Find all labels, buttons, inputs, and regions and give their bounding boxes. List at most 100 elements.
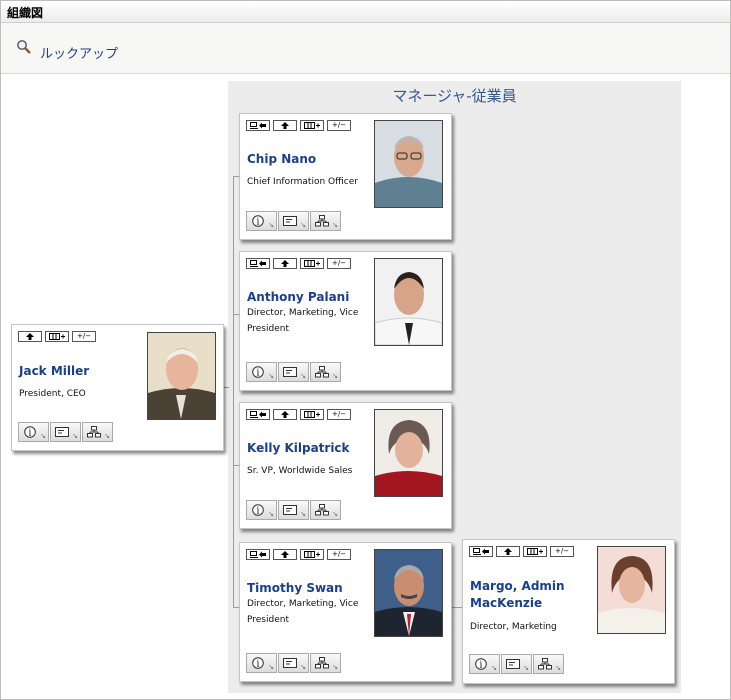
email-button[interactable]: ↘ [278,500,309,520]
info-button[interactable]: i ↘ [18,422,49,442]
svg-text:i: i [257,218,260,228]
employee-name-line: MacKenzie [470,596,543,610]
up-arrow-icon [281,260,289,267]
info-button[interactable]: i ↘ [469,654,500,674]
info-icon: i [252,657,264,670]
card-bottom-actions: i ↘ ↘ ↘ [246,500,341,520]
info-icon: i [252,366,264,379]
up-arrow-button[interactable] [273,549,297,560]
svg-text:i: i [480,661,483,671]
org-chart-icon [315,215,329,227]
go-to-manager-icon [250,411,266,418]
employee-name-line: Margo, Admin [470,579,565,593]
show-team-button[interactable] [300,120,324,131]
expand-collapse-button[interactable]: +/− [327,549,351,560]
svg-text:i: i [257,660,260,670]
employee-name[interactable]: Anthony Palani [247,289,349,306]
expand-arrow-icon: ↘ [104,432,110,440]
employee-title-line: Director, Marketing, Vice [247,308,359,318]
info-button[interactable]: i ↘ [246,500,277,520]
email-button[interactable]: ↘ [278,362,309,382]
employee-photo [374,120,443,208]
expand-arrow-icon: ↘ [72,432,78,440]
go-to-manager-button[interactable] [246,409,270,420]
org-chart-button[interactable]: ↘ [310,362,341,382]
go-to-manager-button[interactable] [246,549,270,560]
email-icon [506,659,520,669]
show-team-icon [527,548,543,555]
info-button[interactable]: i ↘ [246,653,277,673]
employee-title-line: Chief Information Officer [247,177,358,187]
expand-collapse-label: +/− [331,410,347,418]
go-to-manager-button[interactable] [246,120,270,131]
employee-card: +/− Kelly Kilpatrick Sr. VP, Worldwide S… [239,402,452,529]
info-icon: i [24,426,36,439]
up-arrow-icon [281,411,289,418]
expand-collapse-button[interactable]: +/− [550,546,574,557]
org-chart-button[interactable]: ↘ [82,422,113,442]
expand-arrow-icon: ↘ [268,372,274,380]
org-chart-icon [315,657,329,669]
employee-photo [597,546,666,634]
card-bottom-actions: i ↘ ↘ ↘ [246,653,341,673]
employee-name[interactable]: Kelly Kilpatrick [247,440,350,457]
up-arrow-button[interactable] [273,409,297,420]
card-actions: +/− [246,549,351,560]
go-to-manager-icon [250,122,266,129]
email-button[interactable]: ↘ [278,211,309,231]
employee-photo [374,409,443,497]
svg-text:i: i [257,507,260,517]
org-chart-button[interactable]: ↘ [310,500,341,520]
svg-text:i: i [29,429,32,439]
employee-name[interactable]: Timothy Swan [247,580,343,597]
go-to-manager-button[interactable] [246,258,270,269]
org-chart-button[interactable]: ↘ [310,653,341,673]
email-icon [283,216,297,226]
expand-arrow-icon: ↘ [555,664,561,672]
show-team-button[interactable] [300,258,324,269]
org-chart-icon [315,504,329,516]
up-arrow-button[interactable] [18,331,42,342]
employee-title: Director, Marketing [470,619,588,635]
go-to-manager-button[interactable] [469,546,493,557]
employee-title-line: Director, Marketing [470,622,557,632]
info-button[interactable]: i ↘ [246,362,277,382]
email-button[interactable]: ↘ [50,422,81,442]
employee-name[interactable]: Chip Nano [247,151,316,168]
employee-name[interactable]: Margo, Admin MacKenzie [470,578,565,612]
employee-title: Director, Marketing, Vice President [247,596,365,628]
email-button[interactable]: ↘ [278,653,309,673]
svg-text:i: i [257,369,260,379]
lookup-label: ルックアップ [40,47,119,62]
expand-collapse-label: +/− [76,332,92,340]
org-chart-icon [87,426,101,438]
info-button[interactable]: i ↘ [246,211,277,231]
employee-name[interactable]: Jack Miller [19,363,89,380]
expand-arrow-icon: ↘ [268,510,274,518]
expand-arrow-icon: ↘ [300,510,306,518]
expand-collapse-button[interactable]: +/− [72,331,96,342]
expand-collapse-button[interactable]: +/− [327,258,351,269]
show-team-button[interactable] [300,549,324,560]
show-team-button[interactable] [523,546,547,557]
toolbar: ルックアップ [1,23,730,74]
org-chart-button[interactable]: ↘ [310,211,341,231]
up-arrow-button[interactable] [273,258,297,269]
expand-collapse-button[interactable]: +/− [327,409,351,420]
org-chart-button[interactable]: ↘ [533,654,564,674]
employee-card-subordinate: +/− Margo, Admin MacKenzie Director, Mar… [462,539,675,684]
email-button[interactable]: ↘ [501,654,532,674]
expand-collapse-button[interactable]: +/− [327,120,351,131]
card-actions: +/− [246,120,351,131]
org-chart-icon [315,366,329,378]
up-arrow-button[interactable] [273,120,297,131]
employee-photo [374,549,443,637]
expand-arrow-icon: ↘ [300,221,306,229]
card-actions: +/− [469,546,574,557]
up-arrow-button[interactable] [496,546,520,557]
show-team-button[interactable] [45,331,69,342]
show-team-button[interactable] [300,409,324,420]
expand-arrow-icon: ↘ [40,432,46,440]
expand-arrow-icon: ↘ [523,664,529,672]
go-to-manager-icon [250,260,266,267]
